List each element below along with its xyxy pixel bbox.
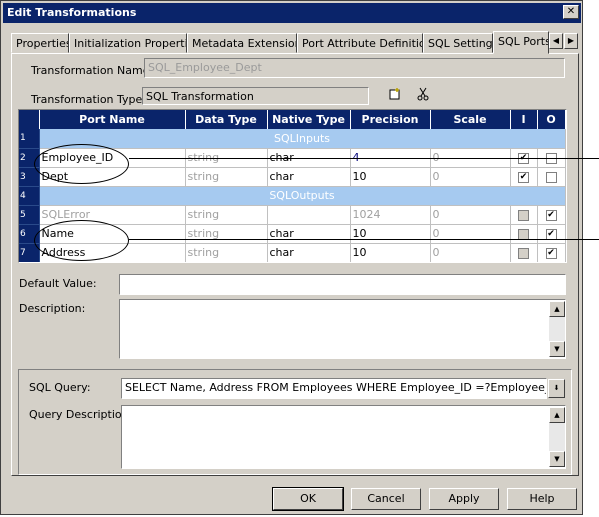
- tab-metadata-extensions[interactable]: Metadata Extensions: [187, 33, 297, 53]
- precision-cell[interactable]: 1024: [350, 205, 431, 225]
- precision-cell[interactable]: 10: [350, 243, 431, 262]
- sql-query-editor-icon[interactable]: ⬇: [548, 379, 565, 398]
- scroll-down-icon[interactable]: ▼: [549, 451, 565, 467]
- tab-sql-ports[interactable]: SQL Ports: [493, 31, 549, 54]
- group-sqloutputs: SQLOutputs: [39, 186, 566, 206]
- native-type-cell[interactable]: char: [267, 243, 351, 262]
- native-type-cell[interactable]: char: [267, 167, 351, 187]
- query-description-scrollbar[interactable]: ▲ ▼: [549, 407, 565, 467]
- tab-port-attribute-definitions[interactable]: Port Attribute Definitions: [297, 33, 423, 53]
- help-button[interactable]: Help: [507, 488, 577, 510]
- annotation-callout-line: [129, 239, 599, 240]
- cut-icon[interactable]: [415, 87, 431, 103]
- new-port-icon[interactable]: [387, 87, 403, 103]
- checkmark-icon: ✔: [518, 171, 529, 183]
- data-type-cell[interactable]: string: [185, 224, 268, 244]
- data-type-cell[interactable]: string: [185, 167, 268, 187]
- header-port-name[interactable]: Port Name: [39, 110, 186, 129]
- header-rownum: [19, 110, 40, 129]
- cancel-button[interactable]: Cancel: [351, 488, 421, 510]
- header-data-type[interactable]: Data Type: [185, 110, 268, 129]
- close-button[interactable]: ✕: [563, 5, 579, 19]
- sql-query-input[interactable]: SELECT Name, Address FROM Employees WHER…: [121, 378, 547, 399]
- output-checkbox[interactable]: ✔: [537, 224, 566, 244]
- checkmark-icon: ✔: [545, 209, 557, 221]
- tab-properties[interactable]: Properties: [11, 33, 69, 53]
- scroll-down-icon[interactable]: ▼: [549, 341, 565, 357]
- output-checkbox[interactable]: ✔: [537, 243, 566, 262]
- ok-button[interactable]: OK: [272, 487, 344, 511]
- header-scale[interactable]: Scale: [430, 110, 511, 129]
- header-native-type[interactable]: Native Type: [267, 110, 351, 129]
- row-number[interactable]: 1: [19, 129, 40, 149]
- row-number[interactable]: 5: [19, 205, 40, 225]
- annotation-ellipse-outputs: [34, 220, 129, 261]
- description-scrollbar[interactable]: ▲ ▼: [549, 301, 565, 357]
- default-value-label: Default Value:: [19, 277, 97, 290]
- output-checkbox[interactable]: ✔: [537, 205, 566, 225]
- transformation-type-field: SQL Transformation: [142, 87, 369, 105]
- window-title: Edit Transformations: [7, 6, 137, 19]
- tab-scroll-right-icon[interactable]: ▶: [564, 33, 578, 49]
- row-number[interactable]: 4: [19, 186, 40, 206]
- precision-cell[interactable]: 10: [350, 224, 431, 244]
- data-type-cell[interactable]: string: [185, 243, 268, 262]
- native-type-cell[interactable]: char: [267, 224, 351, 244]
- input-checkbox: [510, 243, 538, 262]
- annotation-ellipse-inputs: [34, 144, 129, 184]
- output-checkbox[interactable]: [537, 167, 566, 187]
- header-precision[interactable]: Precision: [350, 110, 431, 129]
- scroll-up-icon[interactable]: ▲: [549, 301, 565, 317]
- query-description-textarea[interactable]: [121, 405, 566, 469]
- scroll-up-icon[interactable]: ▲: [549, 407, 565, 423]
- data-type-cell[interactable]: string: [185, 205, 268, 225]
- description-textarea[interactable]: [119, 299, 566, 359]
- edit-transformations-dialog: Edit Transformations ✕ Properties Initia…: [0, 0, 599, 515]
- transformation-name-label: Transformation Name:: [31, 64, 154, 77]
- title-bar[interactable]: Edit Transformations ✕: [3, 3, 581, 23]
- transformation-type-label: Transformation Type:: [31, 93, 146, 106]
- precision-cell[interactable]: 10: [350, 167, 431, 187]
- scale-cell[interactable]: 0: [430, 167, 511, 187]
- native-type-cell[interactable]: [267, 205, 351, 225]
- tab-strip: Properties Initialization Properties Met…: [11, 31, 581, 54]
- input-checkbox: [510, 224, 538, 244]
- default-value-input[interactable]: [119, 274, 566, 295]
- transformation-name-field[interactable]: SQL_Employee_Dept: [144, 58, 565, 78]
- tab-scroll-left-icon[interactable]: ◀: [549, 33, 563, 49]
- input-checkbox[interactable]: ✔: [510, 167, 538, 187]
- scale-cell[interactable]: 0: [430, 243, 511, 262]
- header-input[interactable]: I: [510, 110, 538, 129]
- description-label: Description:: [19, 302, 86, 315]
- header-output[interactable]: O: [537, 110, 566, 129]
- apply-button[interactable]: Apply: [429, 488, 499, 510]
- tab-sql-settings[interactable]: SQL Settings: [423, 33, 493, 53]
- tab-initialization-properties[interactable]: Initialization Properties: [69, 33, 187, 53]
- scale-cell[interactable]: 0: [430, 205, 511, 225]
- group-sqlinputs: SQLInputs: [39, 129, 566, 149]
- sql-query-label: SQL Query:: [29, 381, 91, 394]
- checkmark-icon: ✔: [545, 228, 557, 240]
- input-checkbox: [510, 205, 538, 225]
- checkmark-icon: ✔: [545, 247, 557, 259]
- annotation-callout-line: [129, 158, 599, 159]
- query-description-label: Query Description:: [29, 408, 133, 421]
- scale-cell[interactable]: 0: [430, 224, 511, 244]
